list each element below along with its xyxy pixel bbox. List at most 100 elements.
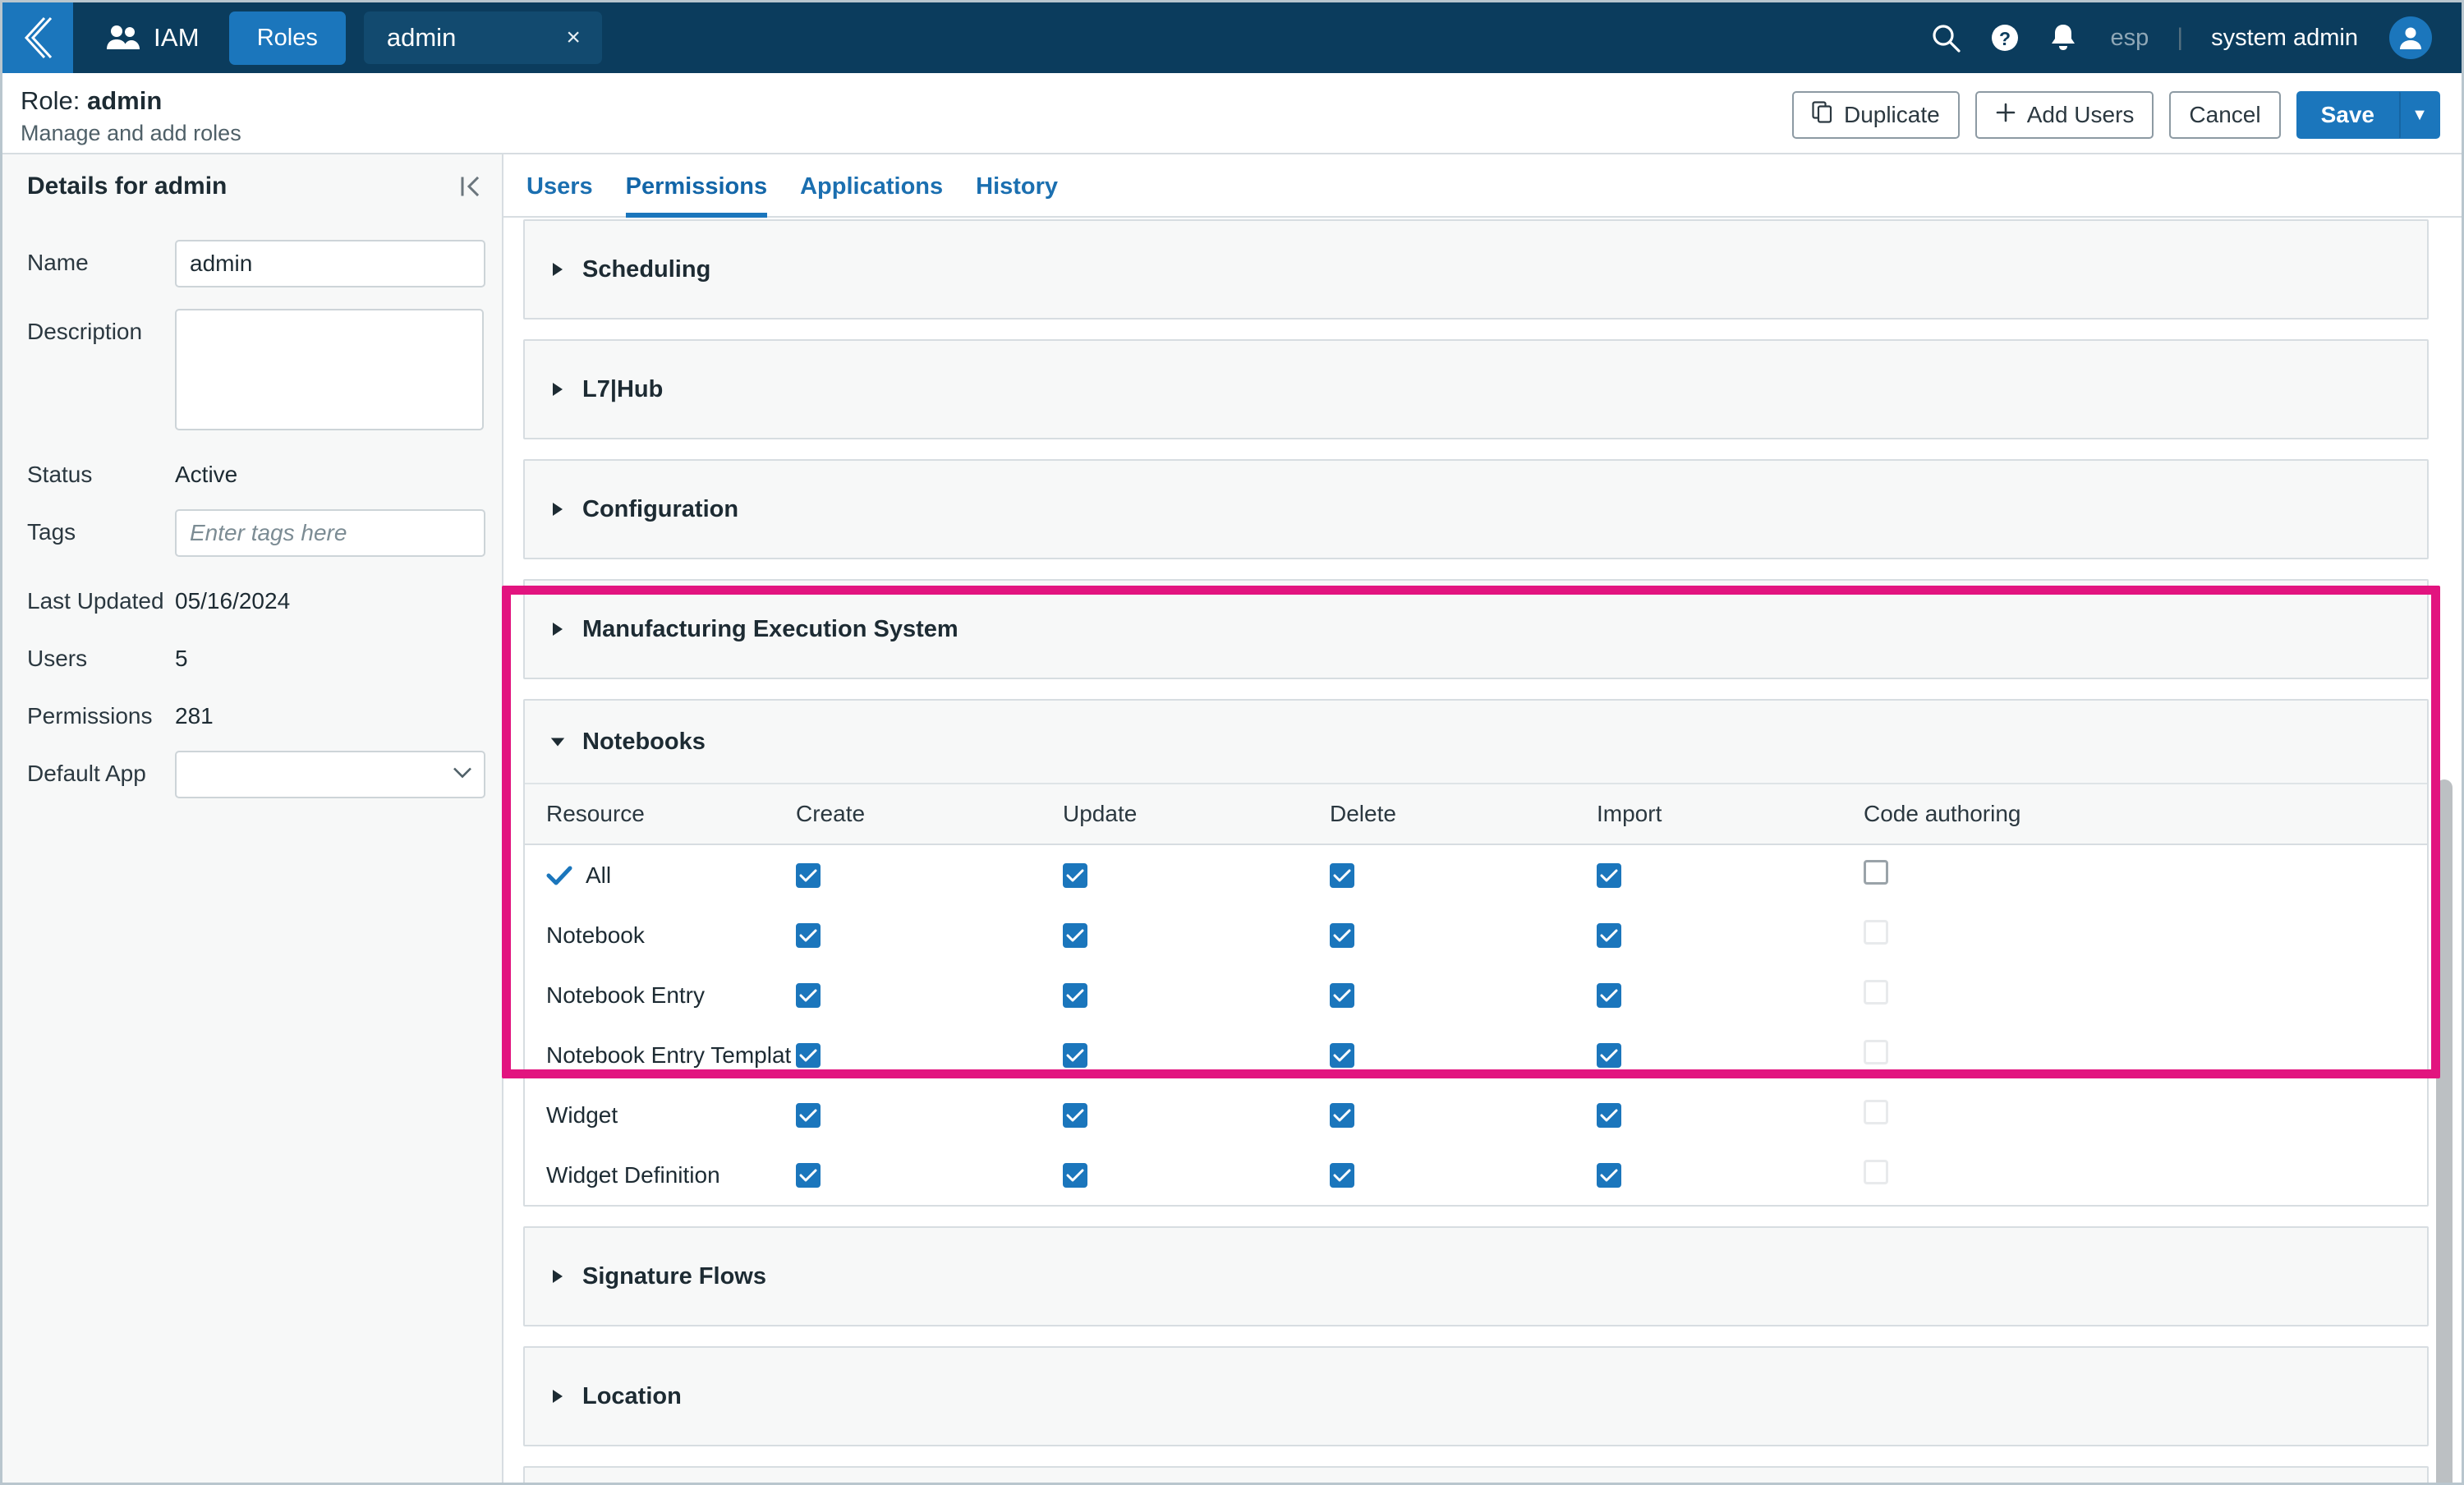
tab-applications[interactable]: Applications: [800, 173, 943, 218]
accordion-data[interactable]: Data: [523, 1466, 2429, 1483]
search-icon[interactable]: [1930, 22, 1961, 53]
accordion-scheduling[interactable]: Scheduling: [523, 219, 2429, 320]
resource-label: Notebook Entry: [546, 982, 705, 1008]
cell-delete: [1330, 965, 1597, 1025]
users-icon: [106, 24, 140, 52]
notebooks-permissions-table: Resource Create Update Delete Import Cod…: [525, 784, 2427, 1205]
column-header-delete: Delete: [1330, 784, 1597, 845]
user-avatar-icon[interactable]: [2389, 16, 2432, 59]
accordion-notebooks-header[interactable]: Notebooks: [525, 701, 2427, 784]
accordion-mes-header[interactable]: Manufacturing Execution System: [525, 581, 2427, 678]
tab-users[interactable]: Users: [526, 173, 593, 218]
accordion-location[interactable]: Location: [523, 1346, 2429, 1446]
resource-label: Widget Definition: [546, 1161, 720, 1188]
top-navigation-bar: IAM Roles admin × ? esp | system admin: [2, 2, 2462, 73]
cell-create: [796, 1025, 1063, 1085]
resource-label: All: [586, 862, 612, 888]
checkbox-update[interactable]: [1063, 1162, 1087, 1188]
accordion-location-header[interactable]: Location: [525, 1348, 2427, 1445]
field-permissions: Permissions 281: [2, 693, 502, 729]
duplicate-button[interactable]: Duplicate: [1791, 91, 1960, 139]
content-tabs: Users Permissions Applications History: [503, 154, 2462, 218]
permissions-scroll-area: Scheduling L7|Hub Configuration Manufact…: [503, 219, 2462, 1483]
checkbox-create[interactable]: [796, 1162, 821, 1188]
save-dropdown-toggle[interactable]: ▼: [2399, 91, 2440, 139]
bell-icon[interactable]: [2048, 22, 2078, 53]
cell-delete: [1330, 905, 1597, 965]
checkbox-create[interactable]: [796, 922, 821, 948]
accordion-notebooks[interactable]: Notebooks Resource Create Update Delete …: [523, 699, 2429, 1207]
language-selector[interactable]: esp: [2111, 25, 2149, 52]
checkbox-delete[interactable]: [1330, 1042, 1354, 1068]
checkbox-import[interactable]: [1597, 862, 1621, 888]
field-users-label: Users: [27, 646, 88, 671]
user-name-label[interactable]: system admin: [2211, 25, 2358, 52]
collapse-panel-icon[interactable]: [459, 174, 484, 199]
page-header-actions: Duplicate Add Users Cancel Save ▼: [1791, 91, 2440, 139]
tab-history[interactable]: History: [976, 173, 1058, 218]
accordion-signature-flows[interactable]: Signature Flows: [523, 1226, 2429, 1326]
chevron-down-icon: ▼: [2411, 105, 2428, 124]
checkbox-import[interactable]: [1597, 982, 1621, 1008]
checkbox-delete[interactable]: [1330, 922, 1354, 948]
app-identifier[interactable]: IAM: [94, 15, 211, 61]
checkbox-update[interactable]: [1063, 922, 1087, 948]
checkbox-create[interactable]: [796, 1042, 821, 1068]
checkbox-create[interactable]: [796, 862, 821, 888]
cell-create: [796, 1145, 1063, 1205]
cancel-button[interactable]: Cancel: [2169, 91, 2281, 139]
checkbox-create[interactable]: [796, 1102, 821, 1128]
tags-input[interactable]: [175, 509, 485, 557]
add-users-button[interactable]: Add Users: [1974, 91, 2154, 139]
accordion-signature-flows-header[interactable]: Signature Flows: [525, 1228, 2427, 1325]
checkbox-code-authoring: [1864, 1160, 1888, 1184]
default-app-select[interactable]: [175, 751, 485, 798]
accordion-data-header[interactable]: Data: [525, 1468, 2427, 1483]
checkbox-import[interactable]: [1597, 1102, 1621, 1128]
checkbox-update[interactable]: [1063, 1042, 1087, 1068]
nav-section-roles[interactable]: Roles: [228, 11, 346, 65]
checkbox-update[interactable]: [1063, 982, 1087, 1008]
checkbox-delete[interactable]: [1330, 862, 1354, 888]
accordion-mes-label: Manufacturing Execution System: [582, 615, 958, 642]
checkbox-import[interactable]: [1597, 922, 1621, 948]
checkbox-delete[interactable]: [1330, 1102, 1354, 1128]
cell-resource: Notebook Entry Templat: [525, 1025, 796, 1085]
name-input[interactable]: [175, 240, 485, 287]
column-header-update: Update: [1063, 784, 1330, 845]
save-button[interactable]: Save: [2296, 91, 2399, 139]
checkbox-code-authoring[interactable]: [1864, 860, 1888, 885]
add-users-button-label: Add Users: [2026, 102, 2135, 127]
checkbox-update[interactable]: [1063, 862, 1087, 888]
checkbox-import[interactable]: [1597, 1042, 1621, 1068]
checkbox-delete[interactable]: [1330, 1162, 1354, 1188]
field-default-app: Default App: [2, 751, 502, 798]
accordion-l7hub-header[interactable]: L7|Hub: [525, 341, 2427, 438]
accordion-configuration[interactable]: Configuration: [523, 459, 2429, 559]
scrollbar-thumb[interactable]: [2436, 779, 2453, 1483]
cell-update: [1063, 1025, 1330, 1085]
checkbox-update[interactable]: [1063, 1102, 1087, 1128]
help-circle-icon[interactable]: ?: [1989, 22, 2020, 53]
open-record-tab-admin[interactable]: admin ×: [363, 11, 602, 64]
description-textarea[interactable]: [175, 309, 484, 430]
checkbox-create[interactable]: [796, 982, 821, 1008]
cell-import: [1597, 1145, 1864, 1205]
chevron-back-logo-icon[interactable]: [2, 2, 73, 73]
accordion-l7hub[interactable]: L7|Hub: [523, 339, 2429, 439]
resource-label: Notebook: [546, 922, 645, 948]
field-name: Name: [2, 240, 502, 287]
vertical-scrollbar[interactable]: [2434, 315, 2455, 1483]
checkbox-code-authoring: [1864, 1100, 1888, 1124]
table-row: Widget: [525, 1085, 2427, 1145]
accordion-scheduling-header[interactable]: Scheduling: [525, 221, 2427, 318]
cell-resource: Notebook: [525, 905, 796, 965]
accordion-manufacturing-execution-system[interactable]: Manufacturing Execution System: [523, 579, 2429, 679]
cell-delete: [1330, 1145, 1597, 1205]
accordion-configuration-header[interactable]: Configuration: [525, 461, 2427, 558]
accordion-configuration-label: Configuration: [582, 495, 739, 522]
tab-permissions[interactable]: Permissions: [625, 173, 768, 218]
close-icon[interactable]: ×: [563, 25, 584, 50]
checkbox-import[interactable]: [1597, 1162, 1621, 1188]
checkbox-delete[interactable]: [1330, 982, 1354, 1008]
